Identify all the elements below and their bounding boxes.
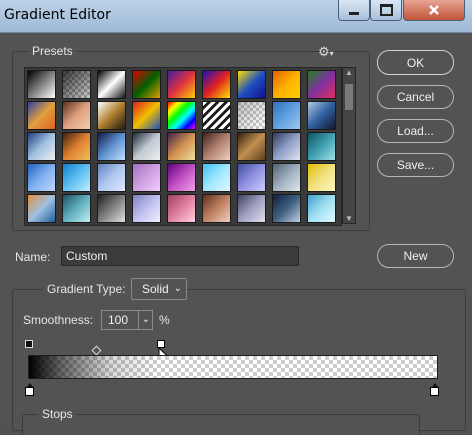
presets-grid [24,67,342,226]
scroll-up-icon[interactable]: ▲ [345,68,353,77]
smoothness-input[interactable]: 100 ⌄ [101,310,153,330]
scroll-down-icon[interactable]: ▼ [345,214,353,223]
preset-swatch[interactable] [272,163,301,192]
preset-swatch[interactable] [237,194,266,223]
preset-swatch[interactable] [237,101,266,130]
preset-swatch[interactable] [132,132,161,161]
preset-swatch[interactable] [237,132,266,161]
new-button[interactable]: New [377,244,454,268]
preset-swatch[interactable] [237,70,266,99]
preset-swatch[interactable] [167,194,196,223]
preset-swatch[interactable] [167,132,196,161]
gradient-type-label: Gradient Type: [43,282,130,296]
preset-swatch[interactable] [202,101,231,130]
cancel-button[interactable]: Cancel [377,85,454,109]
preset-swatch[interactable] [62,70,91,99]
preset-swatch[interactable] [132,163,161,192]
load-button[interactable]: Load... [377,119,454,143]
preset-swatch[interactable] [202,70,231,99]
scroll-thumb[interactable] [345,84,353,110]
preset-swatch[interactable] [202,132,231,161]
preset-swatch[interactable] [97,101,126,130]
preset-swatch[interactable] [132,101,161,130]
preset-swatch[interactable] [307,101,336,130]
preset-swatch[interactable] [307,163,336,192]
preset-swatch[interactable] [27,132,56,161]
opacity-stop-left[interactable] [25,340,33,348]
preset-swatch[interactable] [202,194,231,223]
ok-button[interactable]: OK [377,50,454,75]
window-title: Gradient Editor [4,7,111,23]
gradient-type-value: Solid [142,282,169,296]
minimize-button[interactable] [338,0,370,21]
gear-icon[interactable]: ⚙▾ [318,44,334,60]
preset-swatch[interactable] [272,194,301,223]
preset-swatch[interactable] [167,70,196,99]
preset-swatch[interactable] [272,132,301,161]
name-input[interactable]: Custom [61,246,299,266]
preset-swatch[interactable] [62,194,91,223]
preset-swatch[interactable] [272,70,301,99]
chevron-down-icon[interactable]: ⌄ [137,311,150,329]
window-titlebar[interactable]: Gradient Editor [0,0,472,33]
close-button[interactable] [403,0,465,21]
preset-swatch[interactable] [97,194,126,223]
preset-swatch[interactable] [27,194,56,223]
preset-swatch[interactable] [27,101,56,130]
preset-swatch[interactable] [27,70,56,99]
name-label: Name: [15,250,51,264]
maximize-button[interactable] [370,0,402,21]
stops-label: Stops [38,407,77,421]
preset-swatch[interactable] [97,70,126,99]
maximize-icon [379,4,393,16]
gradient-type-dropdown[interactable]: Solid ⌄ [131,278,187,300]
color-stop-right[interactable] [430,383,439,396]
preset-swatch[interactable] [27,163,56,192]
minimize-icon [349,11,359,15]
preset-swatch[interactable] [62,163,91,192]
close-icon [429,5,439,15]
preset-swatch[interactable] [307,70,336,99]
preset-swatch[interactable] [97,132,126,161]
color-stop-left[interactable] [25,383,34,396]
chevron-down-icon: ⌄ [173,283,182,294]
gradient-preview-bar[interactable] [28,355,438,379]
presets-label: Presets [28,44,77,58]
preset-swatch[interactable] [167,101,196,130]
smoothness-label: Smoothness: [23,313,94,327]
preset-swatch[interactable] [202,163,231,192]
preset-swatch[interactable] [62,101,91,130]
save-button[interactable]: Save... [377,153,454,177]
preset-swatch[interactable] [307,132,336,161]
preset-swatch[interactable] [132,70,161,99]
preset-swatch[interactable] [237,163,266,192]
preset-swatch[interactable] [167,163,196,192]
preset-swatch[interactable] [132,194,161,223]
preset-swatch[interactable] [272,101,301,130]
presets-scrollbar[interactable]: ▲ ▼ [342,67,356,224]
preset-swatch[interactable] [97,163,126,192]
smoothness-value: 100 [108,313,129,327]
preset-swatch[interactable] [307,194,336,223]
preset-swatch[interactable] [62,132,91,161]
smoothness-unit: % [159,313,170,327]
